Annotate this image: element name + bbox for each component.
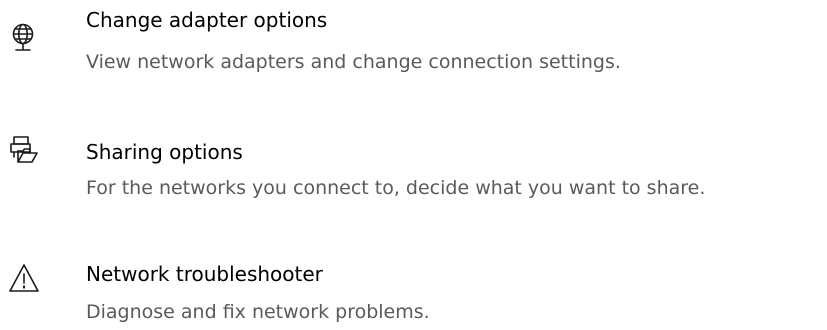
- sharing-options-title: Sharing options: [86, 140, 243, 164]
- change-adapter-options-description: View network adapters and change connect…: [86, 51, 621, 73]
- network-troubleshooter-title: Network troubleshooter: [86, 262, 323, 286]
- network-troubleshooter-description: Diagnose and fix network problems.: [86, 301, 430, 323]
- network-troubleshooter-link[interactable]: Network troubleshooter Diagnose and fix …: [0, 250, 827, 330]
- sharing-options-link[interactable]: Sharing options For the networks you con…: [0, 124, 827, 204]
- sharing-options-description: For the networks you connect to, decide …: [86, 177, 706, 199]
- warning-icon: [8, 262, 40, 294]
- change-adapter-options-link[interactable]: Change adapter options View network adap…: [0, 0, 827, 80]
- sharing-icon: [8, 134, 40, 166]
- network-adapter-icon: [8, 22, 40, 54]
- change-adapter-options-title: Change adapter options: [86, 8, 328, 32]
